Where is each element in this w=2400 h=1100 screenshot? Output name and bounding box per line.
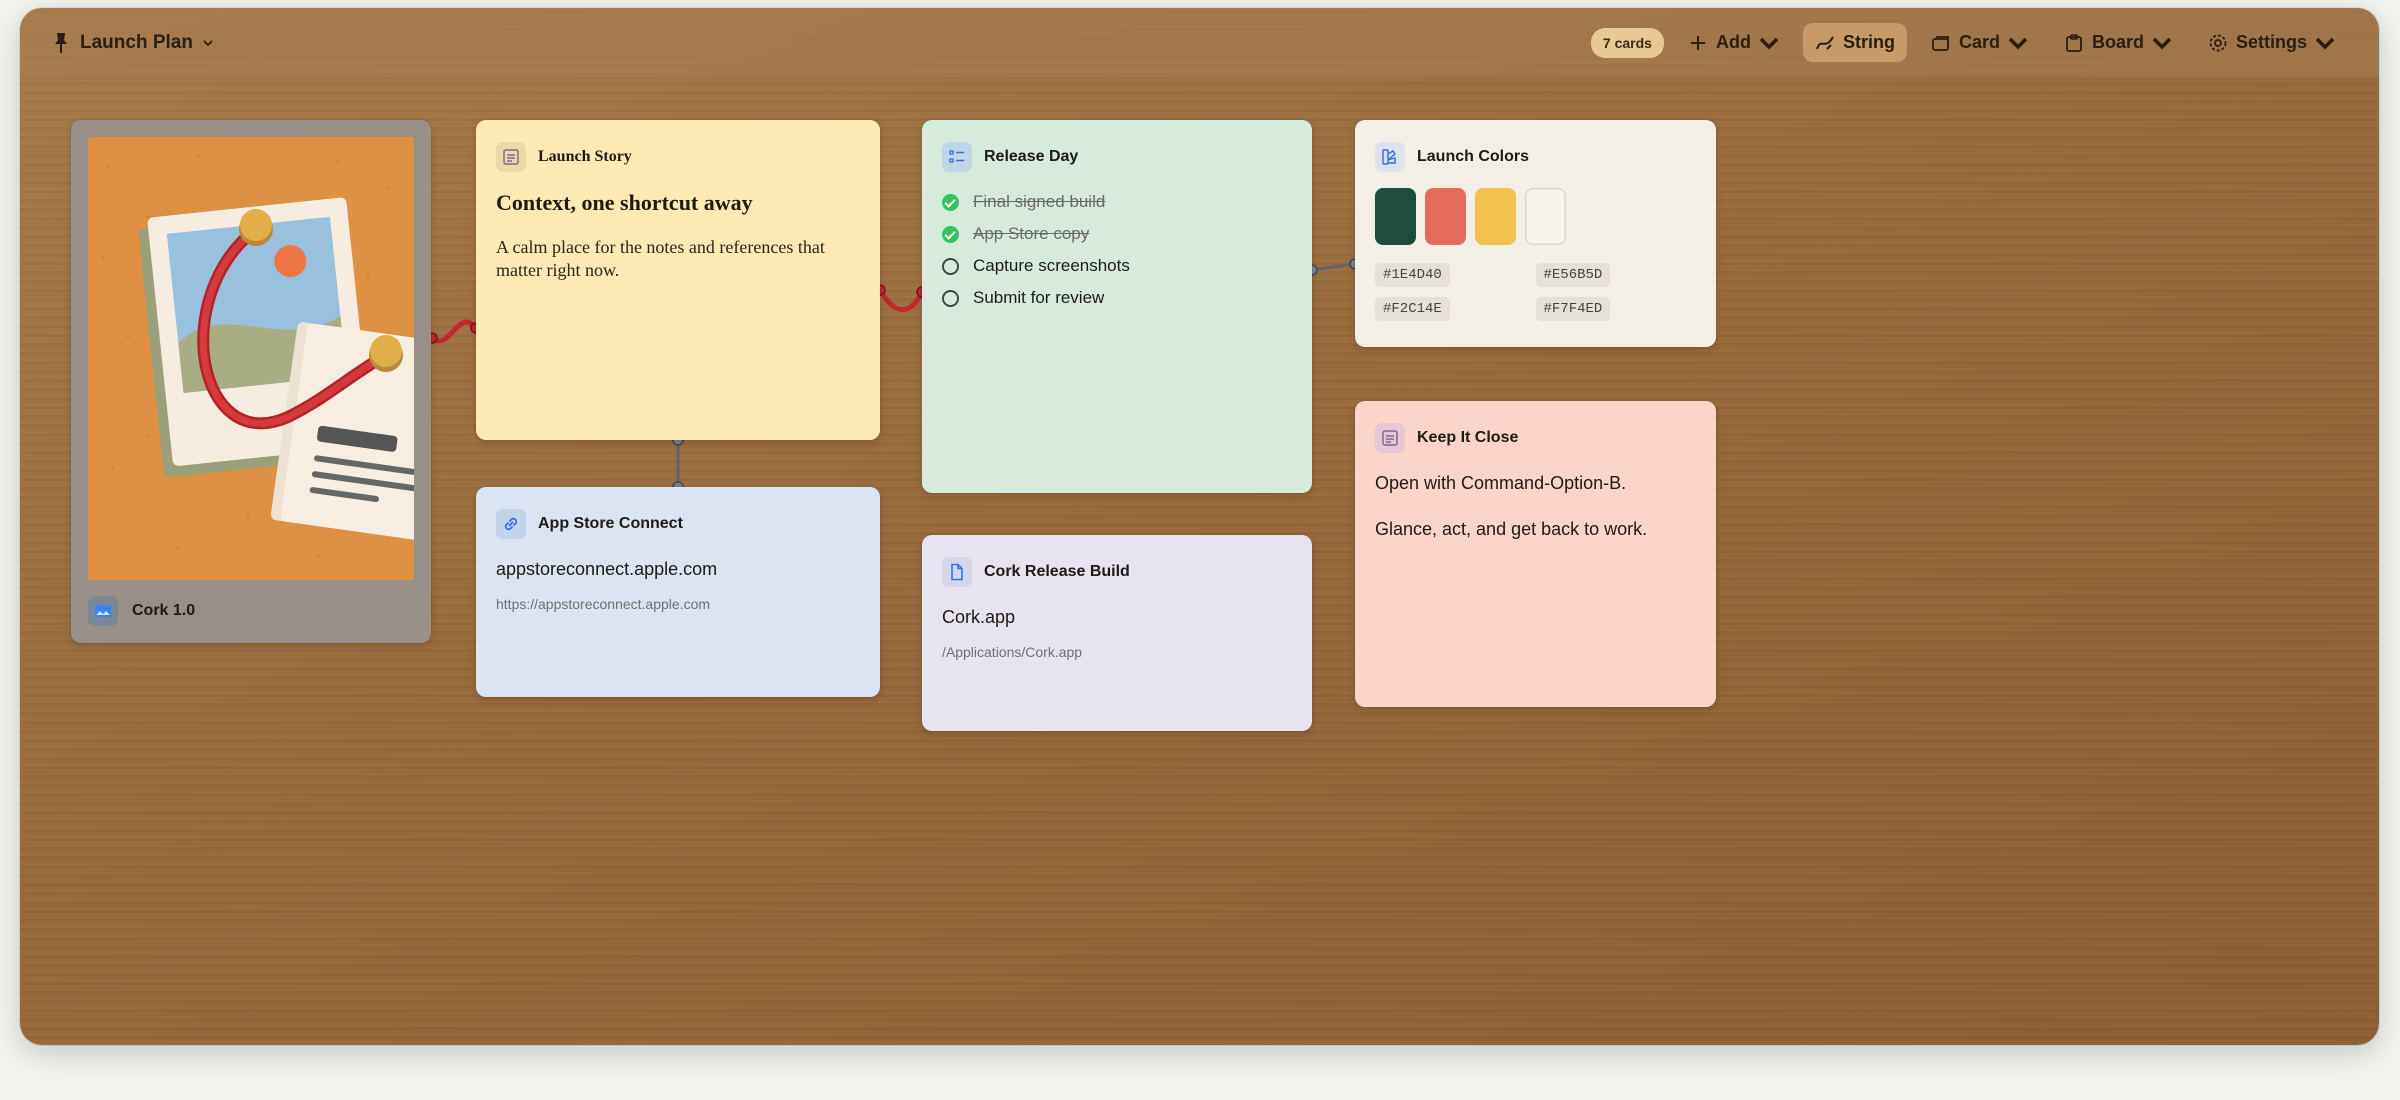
cork-board-illustration [88, 137, 414, 580]
card-title: Cork Release Build [984, 563, 1130, 580]
chevron-down-icon [203, 39, 213, 46]
plus-icon [1690, 35, 1705, 50]
chevron-down-icon [2008, 37, 2028, 50]
checklist-item-label: Submit for review [973, 288, 1105, 307]
app-window: Launch Plan 7 cards Add String Card Boar… [20, 8, 2379, 1045]
pin-icon [55, 32, 67, 53]
board-title: Launch Plan [80, 31, 193, 53]
hex-code[interactable]: #F7F4ED [1535, 297, 1611, 321]
release-day-checklist-card[interactable]: Release Day Final signed build App Store… [922, 120, 1312, 493]
toolbar: 7 cards Add String Card Board Settings [1590, 23, 2347, 62]
image-icon [88, 596, 118, 626]
settings-menu-button[interactable]: Settings [2196, 23, 2347, 62]
link-icon [496, 509, 526, 539]
document-icon [942, 557, 972, 587]
card-label: Card [1958, 32, 2000, 52]
card-header: Keep It Close [1375, 423, 1696, 453]
palette-icon [1375, 142, 1405, 172]
card-header: Launch Colors [1375, 142, 1696, 172]
hex-code[interactable]: #1E4D40 [1375, 263, 1450, 287]
link-domain[interactable]: appstoreconnect.apple.com [496, 559, 860, 580]
add-label: Add [1715, 32, 1751, 52]
story-body: A calm place for the notes and reference… [496, 237, 825, 281]
keep-it-close-note-card[interactable]: Keep It Close Open with Command-Option-B… [1355, 401, 1716, 707]
checklist-item[interactable]: Capture screenshots [942, 250, 1292, 282]
hex-code[interactable]: #F2C14E [1375, 297, 1450, 321]
chevron-down-icon [2315, 37, 2335, 50]
checklist-item-label: App Store copy [973, 224, 1090, 243]
card-header: App Store Connect [496, 509, 860, 539]
unchecked-checkbox-icon[interactable] [942, 257, 959, 275]
card-count-badge: 7 cards [1590, 27, 1664, 58]
card-title: Release Day [984, 148, 1079, 165]
launch-colors-card[interactable]: Launch Colors #1E4D40 #E56B5D #F2C14E #F… [1355, 120, 1716, 347]
unchecked-checkbox-icon[interactable] [942, 289, 959, 307]
note-line: Open with Command-Option-B. [1375, 473, 1627, 493]
board-menu-button[interactable]: Board [2052, 23, 2184, 62]
story-heading: Context, one shortcut away [496, 190, 753, 215]
card-stack-icon [1932, 35, 1949, 51]
launch-story-card[interactable]: Launch Story Context, one shortcut away … [476, 120, 880, 440]
string-label: String [1842, 32, 1895, 52]
card-title: Keep It Close [1417, 429, 1519, 446]
link-url[interactable]: https://appstoreconnect.apple.com [496, 596, 860, 612]
title-bar: Launch Plan 7 cards Add String Card Boar… [20, 8, 2379, 78]
note-icon [1375, 423, 1405, 453]
app-store-connect-link-card[interactable]: App Store Connect appstoreconnect.apple.… [476, 487, 880, 697]
checked-checkbox-icon[interactable] [942, 225, 959, 243]
card-title: Launch Story [538, 148, 632, 165]
card-header: Cork Release Build [942, 557, 1292, 587]
cork-release-build-file-card[interactable]: Cork Release Build Cork.app /Application… [922, 535, 1312, 731]
chevron-down-icon [1759, 37, 1779, 50]
hex-code[interactable]: #E56B5D [1535, 263, 1611, 287]
add-menu-button[interactable]: Add [1676, 23, 1791, 62]
checklist-item[interactable]: Final signed build [942, 186, 1292, 218]
chevron-down-icon [2152, 37, 2172, 50]
color-swatch[interactable] [1525, 188, 1566, 245]
checklist-item-label: Capture screenshots [973, 256, 1130, 275]
checklist-item[interactable]: Submit for review [942, 282, 1292, 314]
clipboard-icon [2066, 33, 2082, 52]
checklist-item[interactable]: App Store copy [942, 218, 1292, 250]
note-icon [496, 142, 526, 172]
card-header: Launch Story [496, 142, 860, 172]
image-card-footer: Cork 1.0 [88, 596, 414, 626]
file-path: /Applications/Cork.app [942, 644, 1083, 660]
image-card-caption: Cork 1.0 [132, 602, 196, 619]
string-tool-button[interactable]: String [1802, 23, 1907, 62]
checklist: Final signed build App Store copy Captur… [942, 186, 1292, 314]
file-name[interactable]: Cork.app [942, 607, 1292, 628]
hex-codes: #1E4D40 #E56B5D #F2C14E #F7F4ED [1375, 263, 1696, 321]
board-label: Board [2091, 32, 2144, 52]
color-swatch[interactable] [1375, 188, 1416, 245]
settings-label: Settings [2235, 32, 2307, 52]
cork-illustration [88, 137, 414, 580]
note-line: Glance, act, and get back to work. [1375, 518, 1648, 539]
card-title: App Store Connect [538, 515, 683, 532]
image-card[interactable]: Cork 1.0 [71, 120, 431, 643]
card-header: Release Day [942, 142, 1292, 172]
card-title: Launch Colors [1417, 148, 1530, 165]
checked-checkbox-icon[interactable] [942, 193, 959, 211]
checklist-item-label: Final signed build [973, 192, 1106, 211]
checklist-icon [942, 142, 972, 172]
gear-icon [2209, 34, 2227, 51]
card-menu-button[interactable]: Card [1919, 23, 2040, 62]
color-swatch[interactable] [1425, 188, 1466, 245]
color-swatch[interactable] [1475, 188, 1516, 245]
color-swatches [1375, 188, 1696, 245]
string-icon [1816, 35, 1834, 50]
board-title-menu[interactable]: Launch Plan [52, 32, 213, 54]
